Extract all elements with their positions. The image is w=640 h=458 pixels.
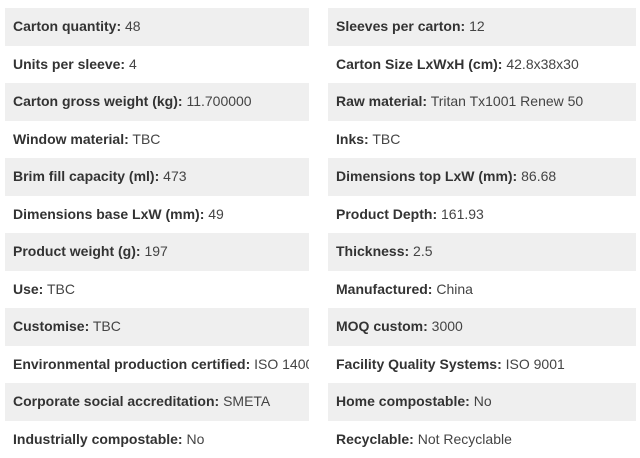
spec-label: Corporate social accreditation: [13,393,219,409]
spec-value: TBC [47,281,75,297]
spec-row-environmental-certified: Environmental production certified: ISO … [5,346,309,384]
spec-value: TBC [132,131,160,147]
spec-label: Carton quantity: [13,18,121,34]
spec-row-carton-quantity: Carton quantity: 48 [5,8,309,46]
spec-label: Product Depth: [336,206,437,222]
spec-row-use: Use: TBC [5,271,309,309]
spec-label: Product weight (g): [13,243,141,259]
spec-value: ISO 14001 [254,356,309,372]
spec-row-home-compostable: Home compostable: No [328,383,636,421]
spec-label: Window material: [13,131,129,147]
spec-value: 197 [144,243,167,259]
spec-value: Not Recyclable [418,431,512,447]
spec-row-product-weight: Product weight (g): 197 [5,233,309,271]
spec-label: Dimensions top LxW (mm): [336,168,517,184]
spec-label: Facility Quality Systems: [336,356,502,372]
spec-value: Tritan Tx1001 Renew 50 [431,93,584,109]
spec-row-units-per-sleeve: Units per sleeve: 4 [5,46,309,84]
spec-row-dimensions-top: Dimensions top LxW (mm): 86.68 [328,158,636,196]
spec-label: Manufactured: [336,281,432,297]
spec-value: ISO 9001 [506,356,565,372]
spec-label: Units per sleeve: [13,56,125,72]
spec-row-inks: Inks: TBC [328,121,636,159]
spec-label: Carton gross weight (kg): [13,93,183,109]
spec-label: Carton Size LxWxH (cm): [336,56,502,72]
product-spec-grid: Carton quantity: 48 Units per sleeve: 4 … [0,0,640,456]
spec-label: Environmental production certified: [13,356,250,372]
spec-row-thickness: Thickness: 2.5 [328,233,636,271]
spec-value: 42.8x38x30 [506,56,578,72]
spec-row-brim-fill-capacity: Brim fill capacity (ml): 473 [5,158,309,196]
spec-value: SMETA [223,393,270,409]
spec-row-dimensions-base: Dimensions base LxW (mm): 49 [5,196,309,234]
spec-label: Home compostable: [336,393,470,409]
spec-label: Industrially compostable: [13,431,183,447]
spec-row-manufactured: Manufactured: China [328,271,636,309]
spec-row-window-material: Window material: TBC [5,121,309,159]
spec-value: 11.700000 [186,93,251,109]
spec-row-recyclable: Recyclable: Not Recyclable [328,421,636,458]
spec-label: Dimensions base LxW (mm): [13,206,204,222]
spec-row-sleeves-per-carton: Sleeves per carton: 12 [328,8,636,46]
spec-label: Thickness: [336,243,409,259]
spec-label: Customise: [13,318,89,334]
spec-value: 161.93 [441,206,484,222]
spec-row-carton-size: Carton Size LxWxH (cm): 42.8x38x30 [328,46,636,84]
spec-row-facility-quality-systems: Facility Quality Systems: ISO 9001 [328,346,636,384]
spec-row-product-depth: Product Depth: 161.93 [328,196,636,234]
spec-row-carton-gross-weight: Carton gross weight (kg): 11.700000 [5,83,309,121]
spec-value: 2.5 [413,243,432,259]
spec-row-corporate-social-accreditation: Corporate social accreditation: SMETA [5,383,309,421]
spec-row-moq-custom: MOQ custom: 3000 [328,308,636,346]
spec-value: TBC [372,131,400,147]
spec-column-right: Sleeves per carton: 12 Carton Size LxWxH… [328,8,636,458]
spec-value: No [474,393,492,409]
spec-value: 86.68 [521,168,556,184]
spec-label: MOQ custom: [336,318,428,334]
spec-value: 473 [163,168,186,184]
spec-label: Recyclable: [336,431,414,447]
spec-label: Brim fill capacity (ml): [13,168,159,184]
spec-label: Sleeves per carton: [336,18,465,34]
spec-row-industrially-compostable: Industrially compostable: No [5,421,309,458]
spec-value: 12 [469,18,485,34]
spec-label: Use: [13,281,43,297]
spec-value: China [436,281,473,297]
spec-value: 4 [129,56,137,72]
spec-value: 48 [125,18,141,34]
spec-row-customise: Customise: TBC [5,308,309,346]
spec-label: Inks: [336,131,369,147]
spec-label: Raw material: [336,93,427,109]
spec-value: No [186,431,204,447]
spec-value: 49 [208,206,224,222]
spec-value: 3000 [432,318,463,334]
spec-value: TBC [93,318,121,334]
spec-column-left: Carton quantity: 48 Units per sleeve: 4 … [5,8,309,458]
spec-row-raw-material: Raw material: Tritan Tx1001 Renew 50 [328,83,636,121]
